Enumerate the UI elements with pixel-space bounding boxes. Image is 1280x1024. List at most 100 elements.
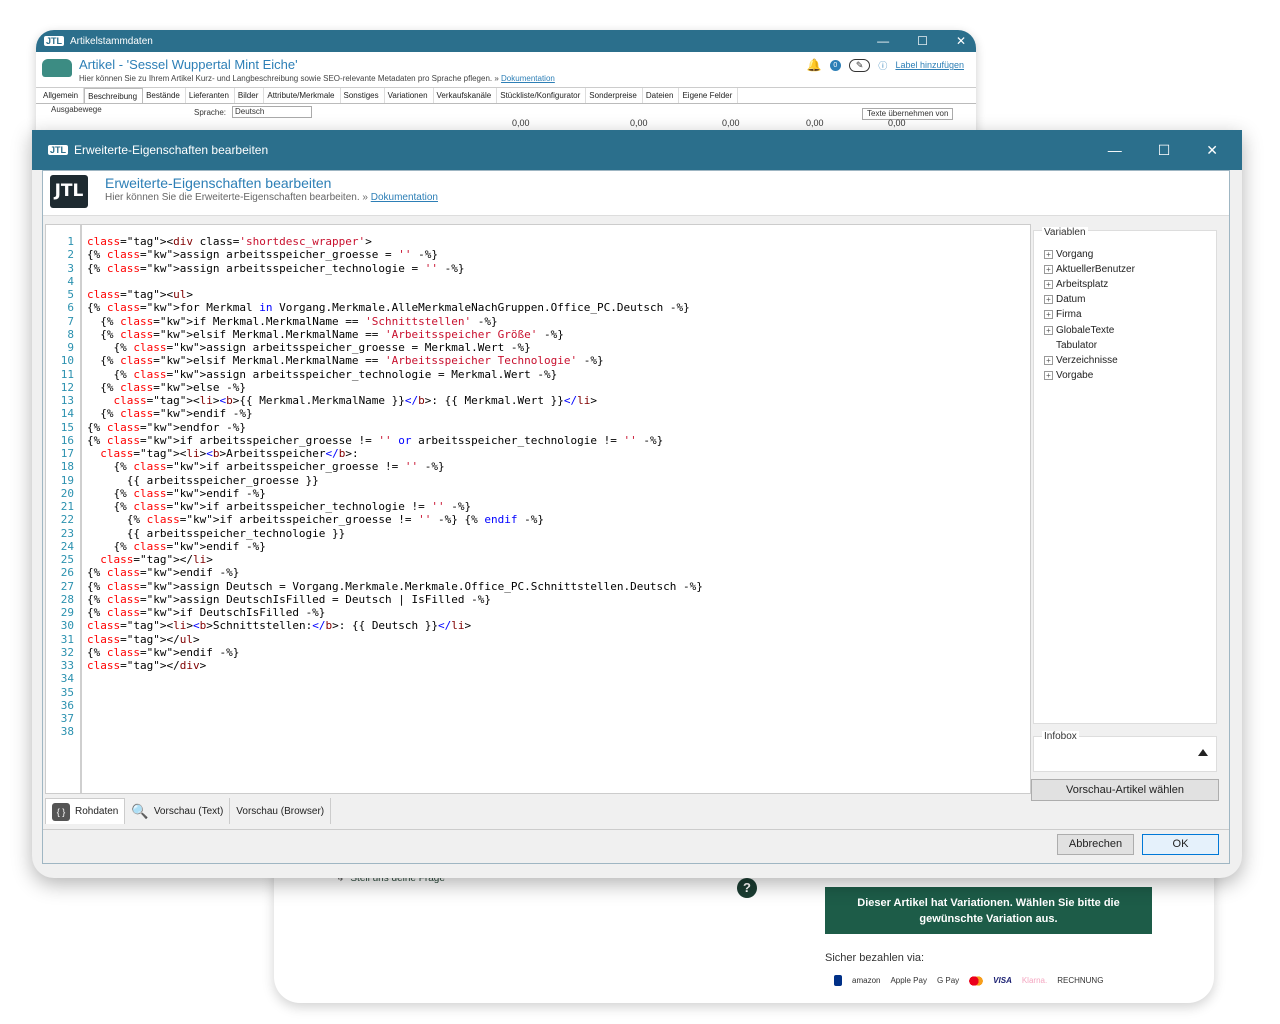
line-number: 2 — [67, 248, 74, 262]
texte-uebernehmen-button[interactable]: Texte übernehmen von — [862, 108, 954, 120]
magnifier-icon: 🔍 — [131, 802, 149, 819]
cancel-button[interactable]: Abbrechen — [1057, 834, 1134, 855]
close-icon[interactable]: ✕ — [956, 34, 966, 48]
preview-article-button[interactable]: Vorschau-Artikel wählen — [1031, 779, 1219, 801]
tab-bilder[interactable]: Bilder — [235, 88, 265, 103]
code-line[interactable]: {% class="kw">if arbeitsspeicher_technol… — [87, 500, 471, 513]
variable-node-vorgang[interactable]: + Vorgang — [1044, 249, 1093, 260]
sprache-label: Sprache: — [194, 108, 227, 117]
payment-label: Sicher bezahlen via: — [825, 952, 925, 964]
artikel-window-title: Artikelstammdaten — [70, 35, 153, 47]
code-line[interactable]: {% class="kw">if arbeitsspeicher_groesse… — [87, 460, 444, 473]
payment-icons: PayPal amazon Apple Pay G Pay Mastercard VISA… — [834, 975, 1103, 986]
add-label-link[interactable]: Label hinzufügen — [895, 60, 964, 70]
expand-icon[interactable]: + — [1044, 310, 1053, 320]
tab-verkaufskan-le[interactable]: Verkaufskanäle — [434, 88, 498, 103]
code-line[interactable]: {% class="kw">endif -%} — [87, 566, 239, 579]
tab-eigene-felder[interactable]: Eigene Felder — [679, 88, 739, 103]
variable-node-globaletexte[interactable]: + GlobaleTexte — [1044, 325, 1114, 336]
code-line[interactable]: {% class="kw">endif -%} — [87, 407, 252, 420]
code-line[interactable]: {% class="kw">assign arbeitsspeicher_tec… — [87, 262, 465, 275]
code-line[interactable]: {% class="kw">elsif Merkmal.MerkmalName … — [87, 328, 564, 341]
tab-attribute-merkmale[interactable]: Attribute/Merkmale — [264, 88, 341, 103]
tab-allgemein[interactable]: Allgemein — [40, 88, 85, 103]
tab-sonderpreise[interactable]: Sonderpreise — [586, 88, 643, 103]
variable-node-firma[interactable]: + Firma — [1044, 309, 1082, 320]
variable-node-vorgabe[interactable]: + Vorgabe — [1044, 370, 1093, 381]
maximize-icon[interactable]: ☐ — [917, 34, 928, 48]
tab-variationen[interactable]: Variationen — [385, 88, 434, 103]
tab-dateien[interactable]: Dateien — [643, 88, 680, 103]
code-line[interactable]: {% class="kw">assign DeutschIsFilled = D… — [87, 593, 491, 606]
code-line[interactable]: {{ arbeitsspeicher_technologie }} — [87, 527, 346, 540]
bell-icon[interactable]: 🔔 — [807, 58, 822, 72]
code-line[interactable]: {% class="kw">endif -%} — [87, 646, 239, 659]
dialog-heading: Erweiterte-Eigenschaften bearbeiten — [105, 175, 332, 191]
code-line[interactable]: {% class="kw">for Merkmal in Vorgang.Mer… — [87, 301, 690, 314]
ok-button[interactable]: OK — [1142, 834, 1219, 855]
sprache-select[interactable]: Deutsch — [232, 106, 312, 118]
code-line[interactable]: class="tag"></div> — [87, 659, 206, 672]
code-line[interactable]: class="tag"></li> — [87, 553, 213, 566]
minimize-icon[interactable]: — — [877, 34, 889, 48]
dialog-doc-link[interactable]: Dokumentation — [371, 192, 438, 203]
tab-rohdaten[interactable]: { } Rohdaten — [45, 798, 126, 824]
artikel-doc-link[interactable]: Dokumentation — [501, 74, 555, 83]
expand-icon[interactable]: + — [1044, 355, 1053, 365]
code-line[interactable]: class="tag"><li><b>Schnittstellen:</b>: … — [87, 619, 471, 632]
expand-icon[interactable]: + — [1044, 295, 1053, 305]
notification-badge[interactable]: 0 — [829, 59, 841, 71]
code-line[interactable]: {% class="kw">if Merkmal.MerkmalName == … — [87, 315, 497, 328]
code-line[interactable]: {% class="kw">if arbeitsspeicher_groesse… — [87, 513, 544, 526]
code-line[interactable]: {% class="kw">elsif Merkmal.MerkmalName … — [87, 354, 603, 367]
jtl-logo: JTL — [50, 175, 88, 208]
tab-lieferanten[interactable]: Lieferanten — [186, 88, 235, 103]
code-line[interactable]: {% class="kw">if DeutschIsFilled -%} — [87, 606, 325, 619]
code-line[interactable]: {% class="kw">endif -%} — [87, 487, 265, 500]
maximize-icon[interactable]: ☐ — [1158, 142, 1171, 159]
value-cell: 0,00 — [630, 118, 648, 128]
code-line[interactable]: class="tag"><li><b>Arbeitsspeicher</b>: — [87, 447, 358, 460]
expand-icon[interactable]: + — [1044, 250, 1053, 259]
variables-tree[interactable]: Variablen + Vorgang + AktuellerBenutzer + Arb… — [1033, 227, 1217, 724]
code-line[interactable]: class="tag"></ul> — [87, 633, 200, 646]
collapse-up-icon[interactable] — [1198, 749, 1208, 756]
minimize-icon[interactable]: — — [1108, 142, 1122, 158]
tab-beschreibung[interactable]: Beschreibung — [84, 88, 144, 103]
tab-best-nde[interactable]: Bestände — [143, 88, 186, 103]
code-line[interactable]: {% class="kw">else -%} — [87, 381, 246, 394]
line-number: 31 — [60, 632, 74, 646]
expand-icon[interactable]: + — [1044, 280, 1053, 290]
code-line[interactable]: class="tag"><div class='shortdesc_wrappe… — [87, 235, 372, 248]
variable-node-datum[interactable]: + Datum — [1044, 294, 1085, 305]
expand-icon[interactable]: + — [1044, 265, 1053, 275]
tab-sonstiges[interactable]: Sonstiges — [341, 88, 385, 103]
variable-label: Tabulator — [1056, 339, 1098, 351]
expand-icon[interactable]: + — [1044, 370, 1053, 380]
code-line[interactable]: {% class="kw">assign Deutsch = Vorgang.M… — [87, 580, 703, 593]
variable-node-arbeitsplatz[interactable]: + Arbeitsplatz — [1044, 279, 1108, 290]
payment-icon-mastercard: Mastercard — [969, 975, 984, 986]
tab-vorschau-browser[interactable]: Vorschau (Browser) — [230, 798, 332, 824]
code-line[interactable]: {% class="kw">assign arbeitsspeicher_gro… — [87, 248, 438, 261]
line-number: 28 — [60, 592, 74, 606]
variable-node-aktuellerbenutzer[interactable]: + AktuellerBenutzer — [1044, 264, 1135, 275]
code-line[interactable]: {% class="kw">assign arbeitsspeicher_gro… — [87, 341, 530, 354]
close-icon[interactable]: ✕ — [1206, 142, 1218, 159]
pencil-icon[interactable]: ✎ — [848, 58, 871, 72]
expand-icon[interactable]: + — [1044, 325, 1053, 335]
code-line[interactable]: {% class="kw">if arbeitsspeicher_groesse… — [87, 434, 663, 447]
help-icon[interactable]: ? — [737, 878, 757, 898]
variable-node-tabulator[interactable]: Tabulator — [1044, 340, 1097, 351]
tab-vorschau-text[interactable]: 🔍 Vorschau (Text) — [125, 798, 231, 824]
code-line[interactable]: {% class="kw">endfor -%} — [87, 421, 246, 434]
variable-node-verzeichnisse[interactable]: + Verzeichnisse — [1044, 355, 1118, 366]
code-line[interactable]: {% class="kw">assign arbeitsspeicher_tec… — [87, 368, 557, 381]
code-line[interactable]: class="tag"><ul> — [87, 288, 193, 301]
code-line[interactable]: {{ arbeitsspeicher_groesse }} — [87, 474, 319, 487]
code-editor[interactable]: 1 2 3 4 5 6 7 8 9 10 11 12 13 14 15 16 17 18 19 20 21 22 23 24 2… — [45, 224, 1031, 794]
code-line[interactable]: class="tag"><li><b>{{ Merkmal.MerkmalNam… — [87, 394, 598, 407]
tab-st-ckliste-konfigurator[interactable]: Stückliste/Konfigurator — [497, 88, 587, 103]
code-line[interactable]: {% class="kw">endif -%} — [87, 540, 265, 553]
value-cell: 0,00 — [888, 118, 906, 128]
